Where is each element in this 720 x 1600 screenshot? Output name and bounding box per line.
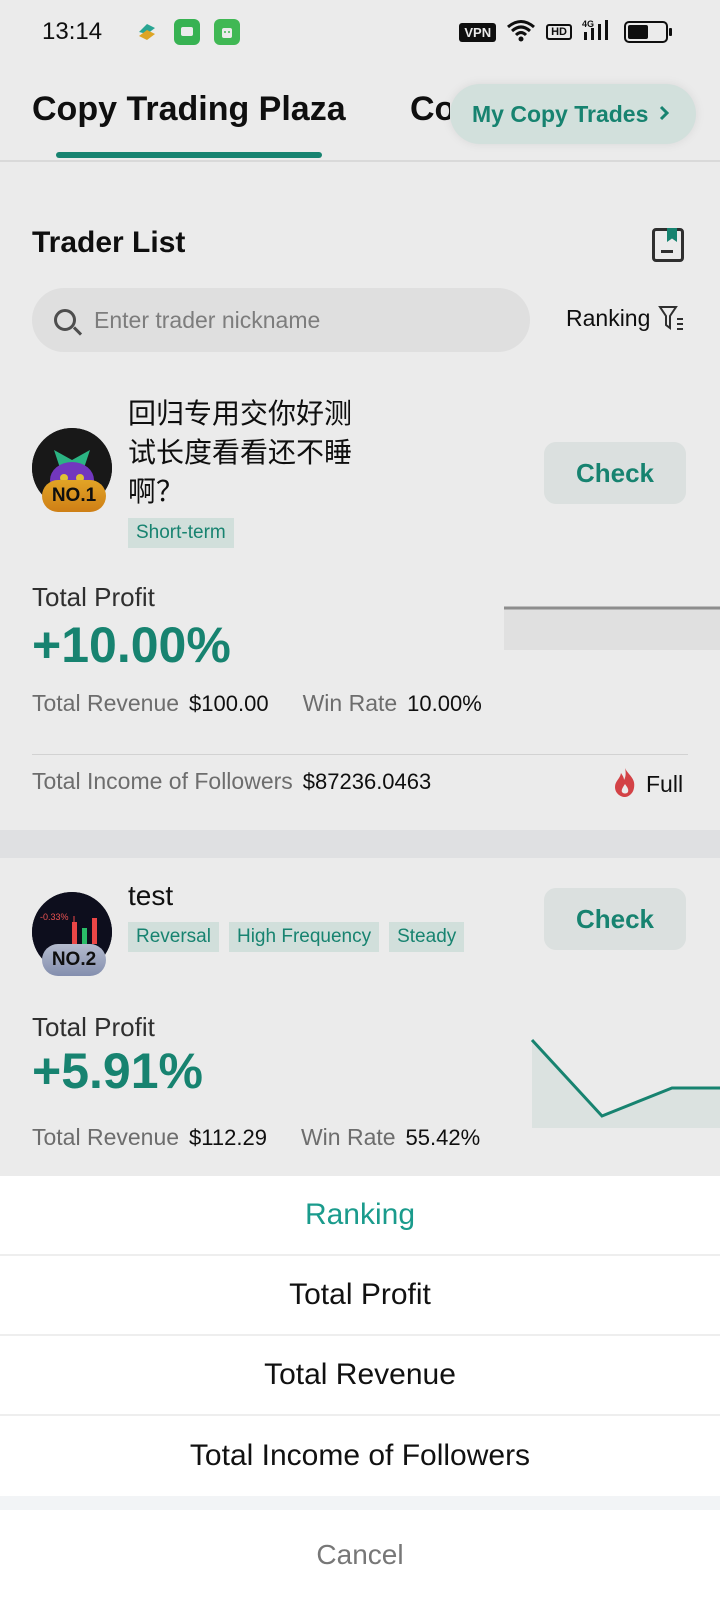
- sheet-option-followers-income[interactable]: Total Income of Followers: [0, 1416, 720, 1496]
- sheet-option-ranking[interactable]: Ranking: [0, 1176, 720, 1256]
- modal-backdrop[interactable]: [0, 0, 720, 1176]
- sheet-gap: [0, 1496, 720, 1510]
- cancel-button[interactable]: Cancel: [0, 1510, 720, 1600]
- sheet-option-total-revenue[interactable]: Total Revenue: [0, 1336, 720, 1416]
- sheet-option-total-profit[interactable]: Total Profit: [0, 1256, 720, 1336]
- ranking-action-sheet: Ranking Total Profit Total Revenue Total…: [0, 1176, 720, 1600]
